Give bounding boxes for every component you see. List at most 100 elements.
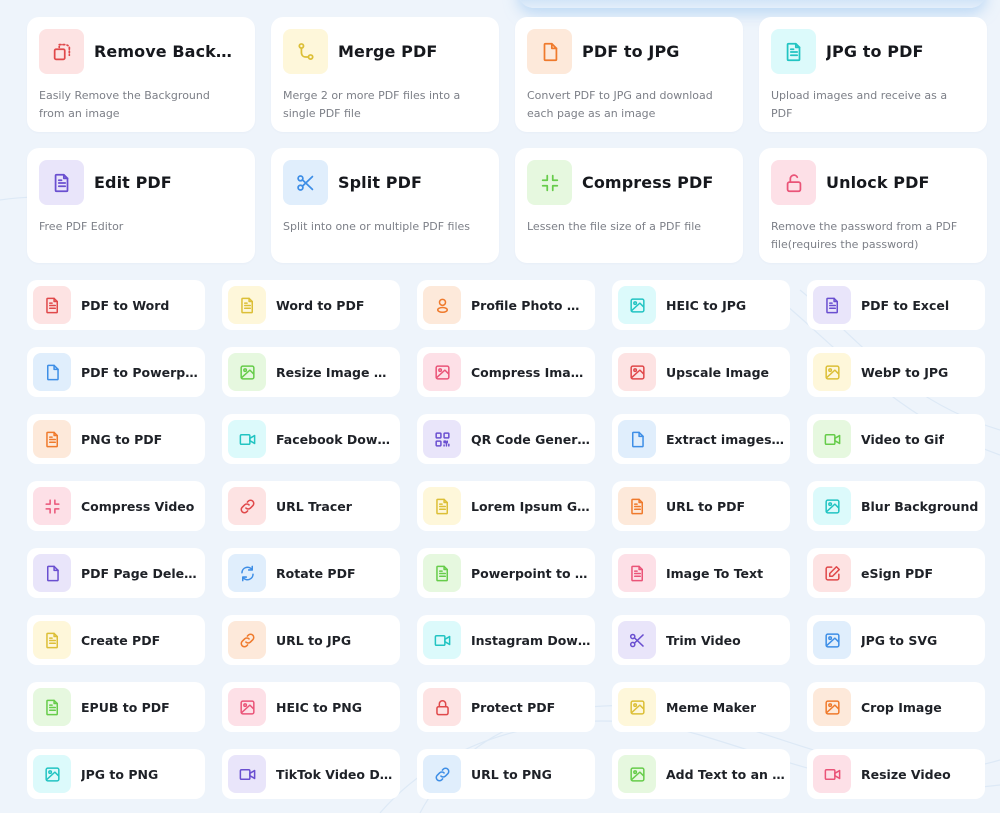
tool-card[interactable]: Upscale Image: [612, 347, 790, 397]
tool-label: Create PDF: [81, 632, 161, 648]
tool-card[interactable]: QR Code Genera...: [417, 414, 595, 464]
tool-card[interactable]: PDF to Powerpoint: [27, 347, 205, 397]
tool-card[interactable]: HEIC to PNG: [222, 682, 400, 732]
tool-icon-box: [33, 755, 71, 793]
tool-label: Powerpoint to PDF: [471, 565, 591, 581]
tool-label: Crop Image: [861, 699, 942, 715]
tool-icon-box: [228, 420, 266, 458]
tool-card[interactable]: Profile Photo Ma...: [417, 280, 595, 330]
tool-icon-box: [618, 688, 656, 726]
tool-card[interactable]: Resize Video: [807, 749, 985, 799]
featured-tool-card[interactable]: Split PDF Split into one or multiple PDF…: [271, 148, 499, 263]
tool-card[interactable]: Image To Text: [612, 548, 790, 598]
featured-tool-card[interactable]: Merge PDF Merge 2 or more PDF files into…: [271, 17, 499, 132]
featured-tool-description: Lessen the file size of a PDF file: [527, 220, 702, 233]
image-icon: [629, 699, 645, 715]
tool-card[interactable]: Blur Background: [807, 481, 985, 531]
tool-icon-box: [39, 160, 84, 205]
tool-icon-box: [228, 621, 266, 659]
scissors-icon: [629, 633, 644, 647]
tool-icon-box: [283, 160, 328, 205]
merge-icon: [297, 42, 314, 60]
image-icon: [629, 766, 645, 782]
tool-card[interactable]: Rotate PDF: [222, 548, 400, 598]
tool-label: EPUB to PDF: [81, 699, 170, 715]
featured-tool-title: Split PDF: [338, 173, 423, 192]
tool-card[interactable]: URL to JPG: [222, 615, 400, 665]
tool-icon-box: [813, 487, 851, 525]
tool-card[interactable]: Protect PDF: [417, 682, 595, 732]
tool-label: URL to PDF: [666, 498, 746, 514]
featured-tool-header: Split PDF: [283, 160, 487, 205]
tool-label: Extract images P...: [666, 431, 786, 447]
featured-tool-title: JPG to PDF: [826, 42, 924, 61]
featured-tool-card[interactable]: JPG to PDF Upload images and receive as …: [759, 17, 987, 132]
featured-tool-card[interactable]: Remove Backgr... Easily Remove the Backg…: [27, 17, 255, 132]
tool-card[interactable]: PDF to Word: [27, 280, 205, 330]
tool-icon-box: [423, 420, 461, 458]
tool-label: Lorem Ipsum Ge...: [471, 498, 591, 514]
tool-label: URL to JPG: [276, 632, 352, 648]
tool-card[interactable]: Word to PDF: [222, 280, 400, 330]
tool-icon-box: [39, 29, 84, 74]
tool-card[interactable]: Trim Video: [612, 615, 790, 665]
file-icon: [46, 565, 59, 581]
document-icon: [825, 297, 838, 313]
tool-card[interactable]: Add Text to an I...: [612, 749, 790, 799]
tool-label: QR Code Genera...: [471, 431, 591, 447]
tool-card[interactable]: URL to PNG: [417, 749, 595, 799]
featured-tool-card[interactable]: Edit PDF Free PDF Editor: [27, 148, 255, 263]
tool-card[interactable]: PNG to PDF: [27, 414, 205, 464]
tool-icon-box: [423, 755, 461, 793]
tool-card[interactable]: Video to Gif: [807, 414, 985, 464]
link-icon: [240, 499, 254, 513]
tool-card[interactable]: URL Tracer: [222, 481, 400, 531]
tool-card[interactable]: eSign PDF: [807, 548, 985, 598]
tool-icon-box: [423, 487, 461, 525]
featured-tool-card[interactable]: PDF to JPG Convert PDF to JPG and downlo…: [515, 17, 743, 132]
tool-card[interactable]: Compress Video: [27, 481, 205, 531]
video-icon: [824, 433, 840, 445]
tool-card[interactable]: TikTok Video Do...: [222, 749, 400, 799]
file-icon: [543, 42, 557, 61]
featured-tool-header: Remove Backgr...: [39, 29, 243, 74]
tool-card[interactable]: EPUB to PDF: [27, 682, 205, 732]
featured-tool-description: Upload images and receive as a PDF: [771, 89, 948, 120]
image-icon: [239, 364, 255, 380]
tool-icon-box: [618, 353, 656, 391]
tool-card[interactable]: URL to PDF: [612, 481, 790, 531]
tool-icon-box: [228, 554, 266, 592]
tool-card[interactable]: PDF to Excel: [807, 280, 985, 330]
tool-card[interactable]: PDF Page Deleter: [27, 548, 205, 598]
tool-icon-box: [283, 29, 328, 74]
tool-label: Resize Video: [861, 766, 951, 782]
featured-tool-card[interactable]: Compress PDF Lessen the file size of a P…: [515, 148, 743, 263]
featured-tool-card[interactable]: Unlock PDF Remove the password from a PD…: [759, 148, 987, 263]
tool-card[interactable]: Crop Image: [807, 682, 985, 732]
tool-card[interactable]: JPG to SVG: [807, 615, 985, 665]
tool-card[interactable]: Compress Imag...: [417, 347, 595, 397]
featured-tool-title: Merge PDF: [338, 42, 438, 61]
image-icon: [629, 297, 645, 313]
tool-card[interactable]: Extract images P...: [612, 414, 790, 464]
tool-card[interactable]: Lorem Ipsum Ge...: [417, 481, 595, 531]
tool-label: HEIC to JPG: [666, 297, 747, 313]
tool-label: Trim Video: [666, 632, 741, 648]
tool-card[interactable]: WebP to JPG: [807, 347, 985, 397]
tool-icon-box: [33, 688, 71, 726]
link-icon: [240, 633, 254, 647]
image-icon: [434, 364, 450, 380]
tool-label: Upscale Image: [666, 364, 770, 380]
document-icon: [45, 297, 58, 313]
tool-card[interactable]: Powerpoint to PDF: [417, 548, 595, 598]
tool-label: JPG to SVG: [861, 632, 938, 648]
tool-card[interactable]: JPG to PNG: [27, 749, 205, 799]
file-icon: [631, 431, 644, 447]
tool-card[interactable]: Facebook Downl...: [222, 414, 400, 464]
tool-card[interactable]: Create PDF: [27, 615, 205, 665]
tool-card[interactable]: HEIC to JPG: [612, 280, 790, 330]
tool-label: Resize Image Di...: [276, 364, 396, 380]
tool-card[interactable]: Resize Image Di...: [222, 347, 400, 397]
tool-card[interactable]: Instagram Down...: [417, 615, 595, 665]
tool-card[interactable]: Meme Maker: [612, 682, 790, 732]
